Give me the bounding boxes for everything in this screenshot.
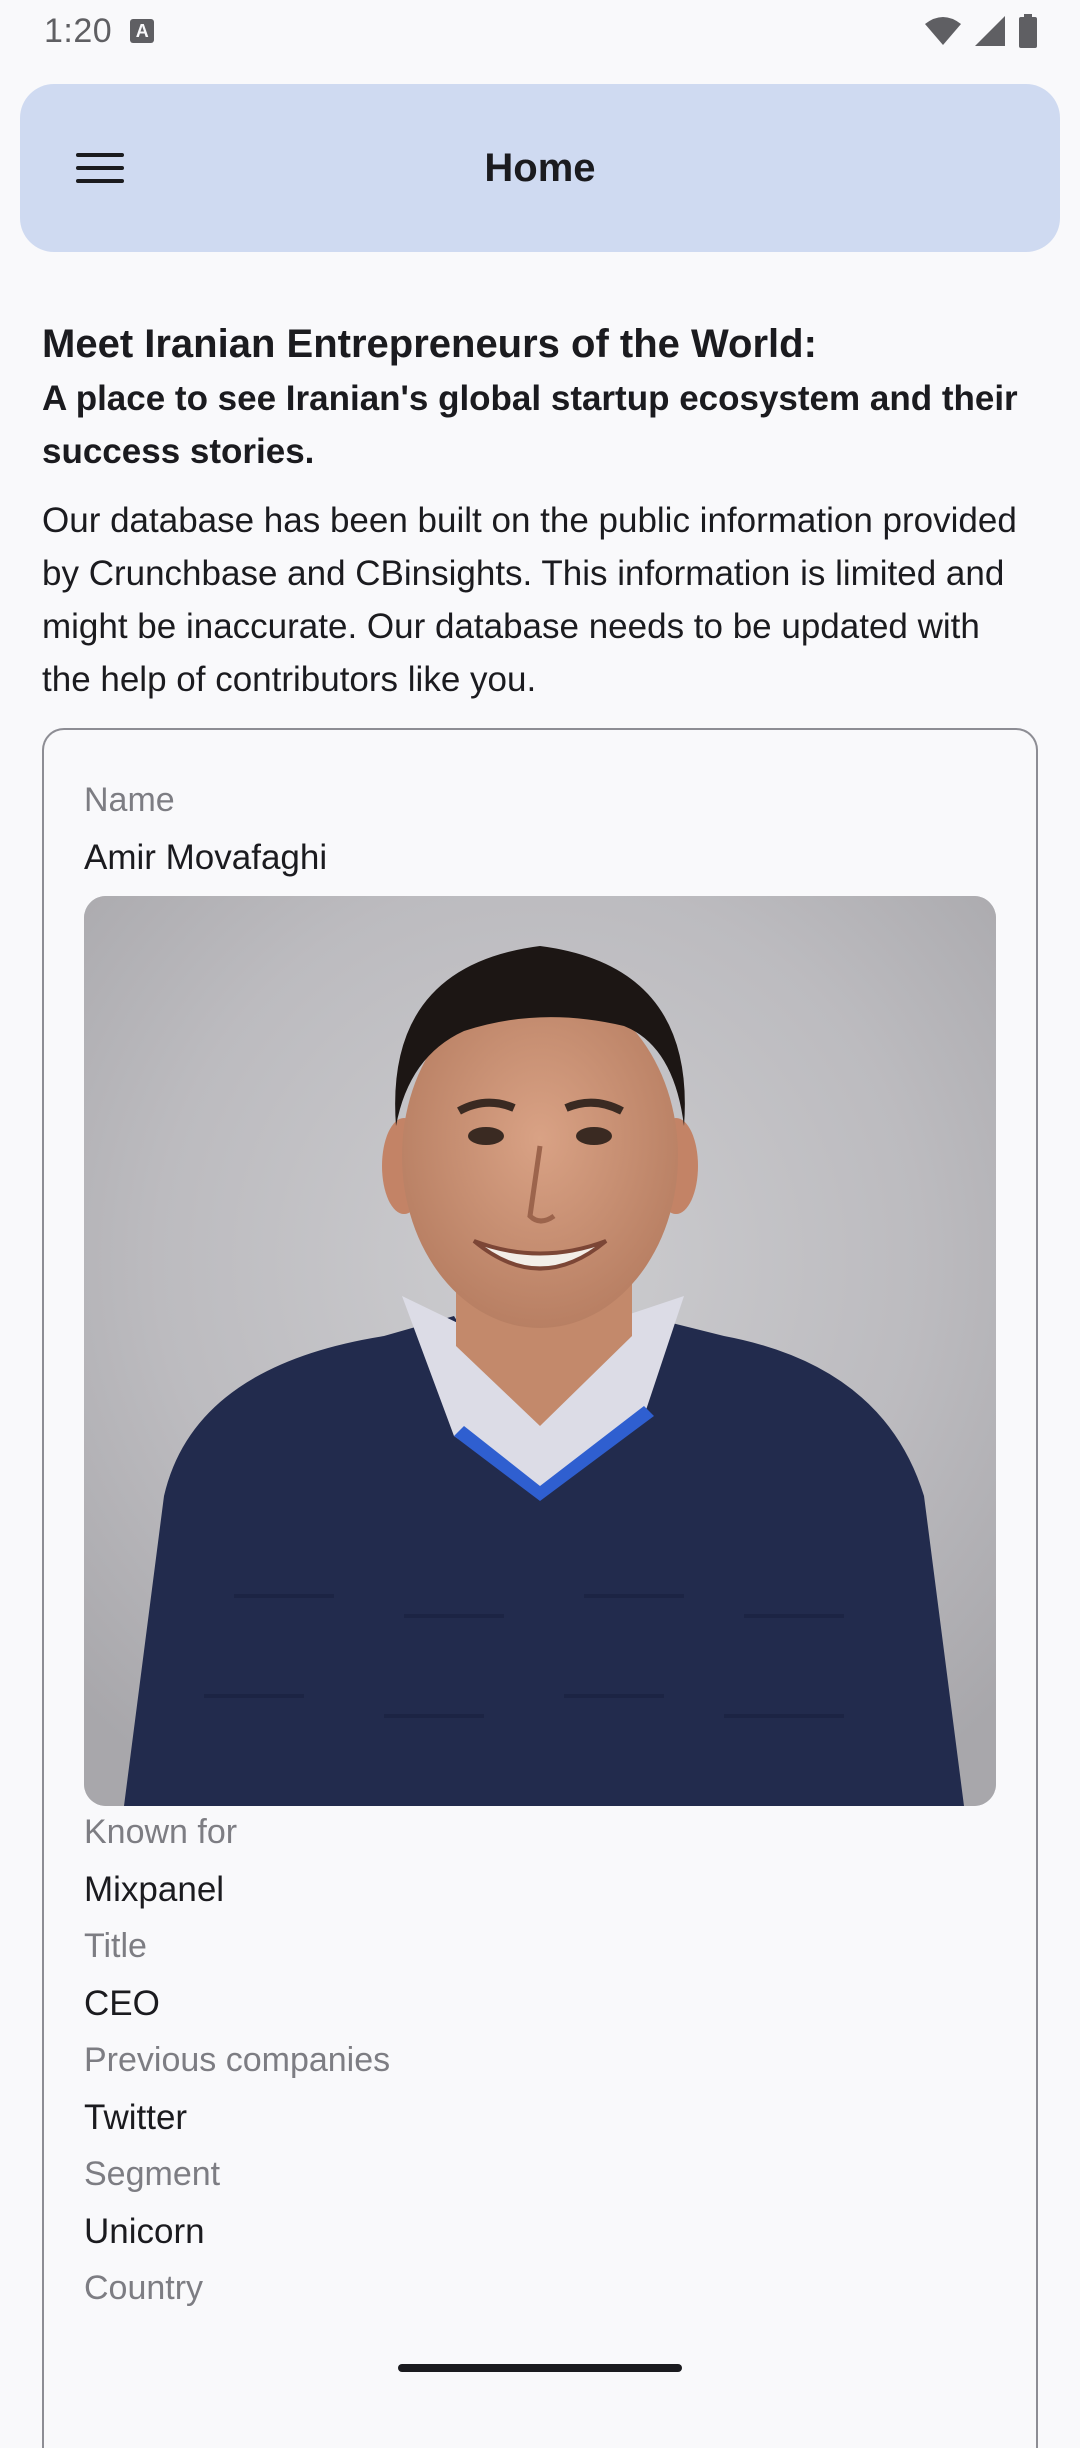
status-icons [924,14,1038,48]
intro-headline: Meet Iranian Entrepreneurs of the World: [42,322,817,366]
status-left: 1:20 A [44,11,155,51]
entrepreneur-card[interactable]: Name Amir Movafaghi Known for Mixpanel T… [42,728,1038,2448]
hamburger-menu-icon[interactable] [68,136,132,200]
intro-body: Our database has been built on the publi… [42,501,1017,699]
top-app-bar: Home [20,84,1060,252]
title-label: Title [84,1927,147,1965]
status-bar: 1:20 A [0,0,1080,62]
app-bar-title: Home [484,145,596,190]
gesture-navigation-bar[interactable] [398,2364,682,2372]
segment-value: Unicorn [84,2212,205,2251]
name-label: Name [84,781,175,819]
segment-label: Segment [84,2155,221,2193]
known-for-value: Mixpanel [84,1870,225,1909]
status-time: 1:20 [44,11,113,50]
previous-companies-value: Twitter [84,2098,188,2137]
portrait-image [84,896,996,1806]
wifi-icon [925,17,961,45]
known-for-label: Known for [84,1813,238,1851]
title-value: CEO [84,1984,160,2023]
cellular-signal-icon [975,16,1005,46]
country-label: Country [84,2269,204,2307]
previous-companies-label: Previous companies [84,2041,391,2079]
profile-photo [84,896,996,1806]
battery-icon [1019,14,1037,48]
notification-a-icon: A [130,19,155,43]
intro-subheadline: A place to see Iranian's global startup … [42,379,1018,471]
intro-section: Meet Iranian Entrepreneurs of the World:… [42,318,1038,706]
name-value: Amir Movafaghi [84,838,328,877]
